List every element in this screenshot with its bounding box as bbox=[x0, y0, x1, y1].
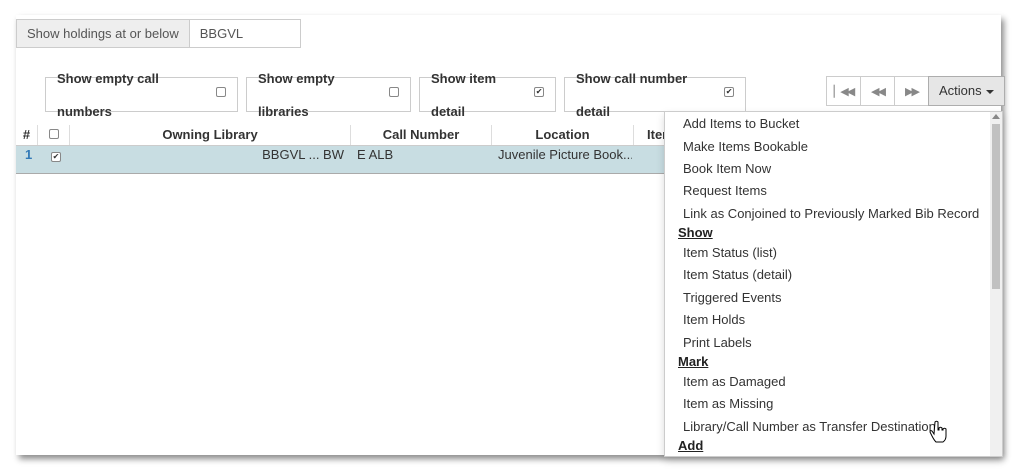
toggle-label: Show empty libraries bbox=[258, 70, 335, 119]
row-location: Juvenile Picture Book... bbox=[498, 147, 632, 162]
holdings-label: Show holdings at or below bbox=[16, 19, 189, 48]
row-checkbox[interactable]: ✔ bbox=[51, 146, 61, 163]
checkbox-checked-icon[interactable]: ✔ bbox=[51, 152, 61, 162]
pager-controls: ▏◀◀ ◀◀ ▶▶ Actions bbox=[826, 76, 1005, 106]
row-call-number: E ALB bbox=[357, 147, 394, 162]
menu-item-item-holds[interactable]: Item Holds bbox=[683, 312, 745, 327]
row-owning-library: BBGVL ... BW bbox=[262, 147, 344, 162]
rewind-icon: ◀◀ bbox=[871, 85, 886, 98]
first-page-icon: ▏◀◀ bbox=[833, 85, 855, 98]
toggle-empty-call-numbers[interactable]: Show empty call numbers bbox=[45, 71, 238, 119]
menu-item-request-items[interactable]: Request Items bbox=[683, 183, 767, 198]
actions-label: Actions bbox=[939, 83, 982, 98]
menu-item-link-conjoined[interactable]: Link as Conjoined to Previously Marked B… bbox=[683, 206, 979, 221]
select-all-checkbox-icon[interactable] bbox=[48, 129, 59, 139]
menu-header-add: Add bbox=[678, 438, 704, 453]
menu-header-show: Show bbox=[678, 225, 713, 240]
col-header-location[interactable]: Location bbox=[492, 125, 634, 145]
menu-item-status-detail[interactable]: Item Status (detail) bbox=[683, 267, 792, 282]
menu-item-print-labels[interactable]: Print Labels bbox=[683, 335, 752, 350]
menu-item-mark-missing[interactable]: Item as Missing bbox=[683, 396, 773, 411]
first-page-button[interactable]: ▏◀◀ bbox=[826, 76, 860, 106]
menu-item-triggered-events[interactable]: Triggered Events bbox=[683, 290, 782, 305]
col-header-select[interactable] bbox=[38, 125, 70, 145]
actions-button[interactable]: Actions bbox=[928, 76, 1005, 106]
menu-item-add-to-bucket[interactable]: Add Items to Bucket bbox=[683, 116, 799, 131]
menu-item-transfer-destination[interactable]: Library/Call Number as Transfer Destinat… bbox=[683, 419, 936, 434]
menu-header-mark: Mark bbox=[678, 354, 709, 369]
scroll-up-arrow-icon[interactable] bbox=[992, 114, 1000, 119]
table-row[interactable]: 1 ✔ BBGVL ... BW E ALB Juvenile Picture … bbox=[16, 146, 706, 174]
toggle-empty-libraries[interactable]: Show empty libraries bbox=[246, 71, 411, 119]
checkbox-unchecked-icon[interactable] bbox=[216, 86, 226, 97]
actions-dropdown-menu: Add Items to Bucket Make Items Bookable … bbox=[664, 111, 1003, 457]
prev-page-button[interactable]: ◀◀ bbox=[860, 76, 894, 106]
scrollbar-thumb[interactable] bbox=[992, 124, 1000, 289]
col-header-call-number[interactable]: Call Number bbox=[351, 125, 492, 145]
menu-item-mark-damaged[interactable]: Item as Damaged bbox=[683, 374, 786, 389]
col-header-owning-library[interactable]: Owning Library bbox=[70, 125, 351, 145]
fast-forward-icon: ▶▶ bbox=[905, 85, 920, 98]
caret-down-icon bbox=[985, 89, 994, 94]
row-index[interactable]: 1 bbox=[25, 146, 32, 163]
toggle-label: Show item detail bbox=[431, 70, 497, 119]
checkbox-checked-icon[interactable]: ✔ bbox=[534, 86, 544, 97]
toggle-item-detail[interactable]: Show item detail ✔ bbox=[419, 71, 556, 119]
col-header-index[interactable]: # bbox=[16, 125, 38, 145]
checkbox-checked-icon[interactable]: ✔ bbox=[724, 86, 734, 97]
grid-header: # Owning Library Call Number Location It… bbox=[16, 125, 706, 146]
holdings-input[interactable]: BBGVL bbox=[188, 19, 301, 48]
hand-cursor-icon bbox=[929, 420, 947, 443]
menu-item-status-list[interactable]: Item Status (list) bbox=[683, 245, 777, 260]
menu-scrollbar[interactable] bbox=[990, 112, 1002, 456]
next-page-button[interactable]: ▶▶ bbox=[894, 76, 928, 106]
toggle-call-number-detail[interactable]: Show call number detail ✔ bbox=[564, 71, 746, 119]
toggle-label: Show empty call numbers bbox=[57, 70, 159, 119]
holdings-filter: Show holdings at or below BBGVL bbox=[16, 19, 301, 48]
menu-item-make-bookable[interactable]: Make Items Bookable bbox=[683, 139, 808, 154]
checkbox-unchecked-icon[interactable] bbox=[389, 86, 399, 97]
menu-item-book-now[interactable]: Book Item Now bbox=[683, 161, 771, 176]
